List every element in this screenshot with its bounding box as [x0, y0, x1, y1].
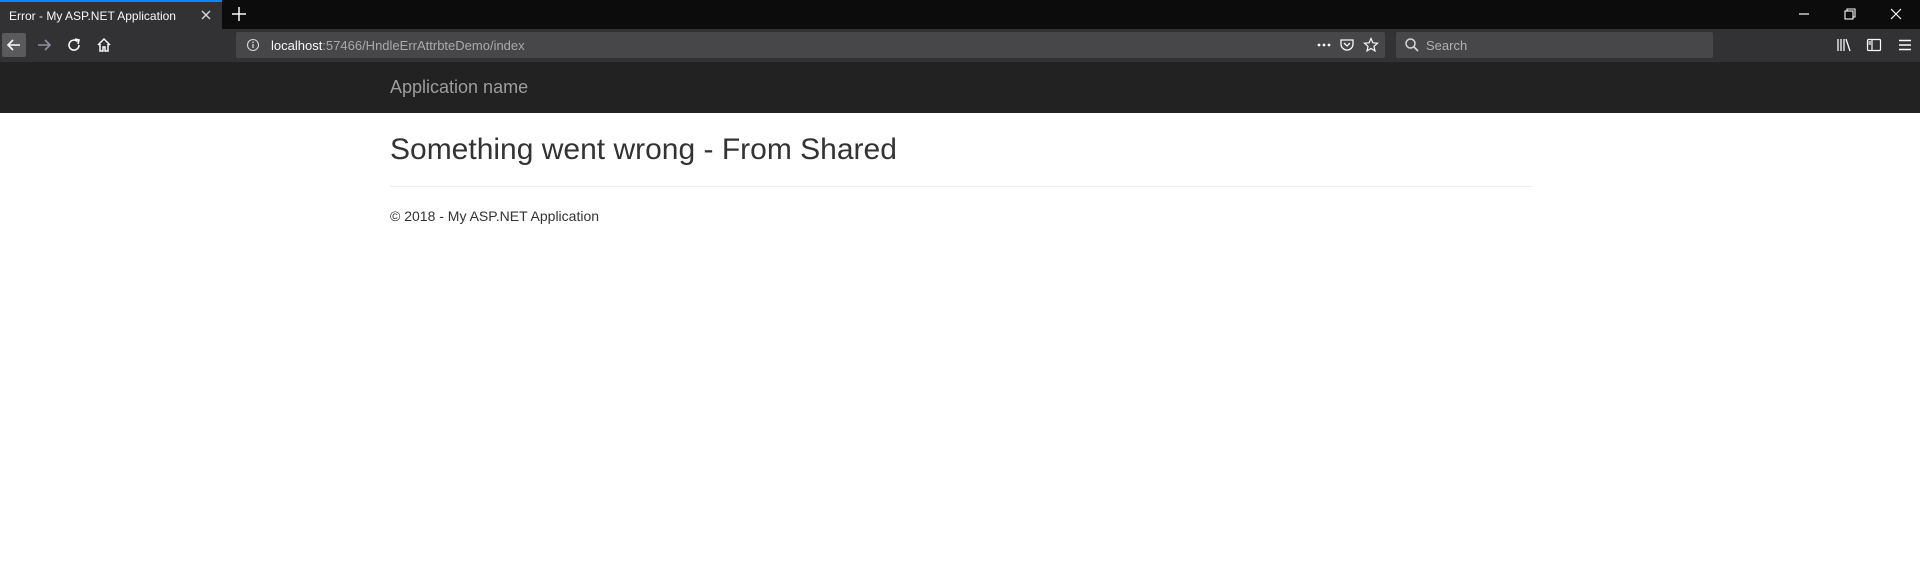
star-icon[interactable]	[1363, 37, 1379, 53]
url-text[interactable]: localhost:57466/HndleErrAttrbteDemo/inde…	[271, 38, 525, 53]
url-host: localhost	[271, 38, 323, 53]
home-icon	[96, 37, 112, 53]
navbar-brand-link[interactable]: Application name	[390, 77, 528, 98]
plus-icon[interactable]	[230, 5, 248, 23]
menu-icon[interactable]	[1897, 37, 1913, 53]
reload-icon	[66, 37, 82, 53]
browser-toolbar: localhost:57466/HndleErrAttrbteDemo/inde…	[0, 29, 1920, 62]
footer-copyright: © 2018 - My ASP.NET Application	[390, 208, 600, 224]
more-dots-icon[interactable]	[1316, 37, 1332, 53]
window-close-icon[interactable]	[1889, 7, 1903, 21]
url-path: :57466/HndleErrAttrbteDemo/index	[322, 38, 525, 53]
restore-icon[interactable]	[1843, 7, 1857, 21]
back-arrow-icon	[6, 37, 22, 53]
error-heading: Something went wrong - From Shared	[390, 133, 897, 166]
search-icon	[1404, 37, 1420, 53]
close-icon[interactable]	[198, 7, 214, 23]
home-button[interactable]	[92, 33, 116, 57]
search-bar[interactable]	[1396, 32, 1713, 58]
back-button[interactable]	[2, 33, 26, 57]
library-icon[interactable]	[1836, 37, 1852, 53]
browser-tab[interactable]: Error - My ASP.NET Application	[0, 0, 222, 29]
body-content: Something went wrong - From Shared © 201…	[390, 113, 1532, 224]
url-bar[interactable]: localhost:57466/HndleErrAttrbteDemo/inde…	[236, 32, 1385, 58]
forward-arrow-icon	[36, 37, 52, 53]
title-bar: Error - My ASP.NET Application	[0, 0, 1920, 29]
tab-title: Error - My ASP.NET Application	[9, 9, 176, 23]
info-icon[interactable]	[246, 38, 260, 52]
reload-button[interactable]	[62, 33, 86, 57]
sidebar-icon[interactable]	[1866, 37, 1882, 53]
search-input[interactable]	[1426, 32, 1706, 58]
footer-divider	[390, 186, 1532, 187]
minimize-icon[interactable]	[1797, 7, 1811, 21]
pocket-icon[interactable]	[1339, 37, 1355, 53]
forward-button[interactable]	[32, 33, 56, 57]
site-navbar: Application name	[0, 62, 1920, 113]
